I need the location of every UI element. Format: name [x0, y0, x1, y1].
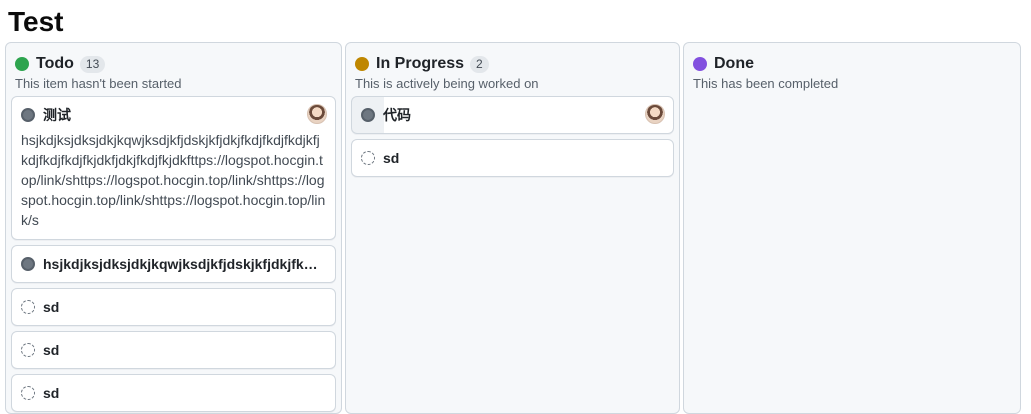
- column-done: Done This has been completed: [683, 42, 1021, 414]
- card-title[interactable]: 代码: [383, 105, 664, 125]
- card-title[interactable]: sd: [43, 299, 326, 315]
- card-title[interactable]: 测试: [43, 105, 326, 125]
- status-dot-icon: [693, 57, 707, 71]
- card[interactable]: 代码: [351, 96, 674, 134]
- column-title[interactable]: Done: [714, 55, 754, 73]
- open-issue-icon: [21, 257, 35, 271]
- column-in-progress: In Progress 2 This is actively being wor…: [345, 42, 680, 414]
- column-title[interactable]: In Progress: [376, 55, 464, 73]
- card-title[interactable]: sd: [43, 342, 326, 358]
- draft-issue-icon: [361, 151, 375, 165]
- avatar[interactable]: [645, 104, 665, 124]
- card[interactable]: sd: [11, 374, 336, 412]
- card[interactable]: hsjkdjksjdksjdkjkqwjksdjkfjdskjkfjdkjfkd…: [11, 245, 336, 283]
- card[interactable]: sd: [351, 139, 674, 177]
- card-title[interactable]: sd: [383, 150, 664, 166]
- status-dot-icon: [15, 57, 29, 71]
- column-header: Todo 13: [15, 53, 106, 75]
- column-description: This item hasn't been started: [15, 76, 182, 91]
- column-todo: Todo 13 This item hasn't been started 测试…: [5, 42, 342, 414]
- column-header: Done: [693, 53, 754, 75]
- card-title[interactable]: hsjkdjksjdksjdkjkqwjksdjkfjdskjkfjdkjfkd…: [43, 256, 326, 272]
- project-board: Test Todo 13 This item hasn't been start…: [0, 0, 1031, 414]
- draft-issue-icon: [21, 343, 35, 357]
- card-list: 代码 sd: [351, 96, 674, 182]
- card[interactable]: 测试 hsjkdjksjdksjdkjkqwjksdjkfjdskjkfjdkj…: [11, 96, 336, 240]
- column-header: In Progress 2: [355, 53, 489, 75]
- board-title: Test: [8, 6, 64, 37]
- column-description: This is actively being worked on: [355, 76, 539, 91]
- card-body: hsjkdjksjdksjdkjkqwjksdjkfjdskjkfjdkjfkd…: [21, 132, 326, 228]
- card[interactable]: sd: [11, 288, 336, 326]
- avatar[interactable]: [307, 104, 327, 124]
- open-issue-icon: [361, 108, 375, 122]
- status-dot-icon: [355, 57, 369, 71]
- column-description: This has been completed: [693, 76, 839, 91]
- column-title[interactable]: Todo: [36, 55, 74, 73]
- draft-issue-icon: [21, 386, 35, 400]
- card[interactable]: sd: [11, 331, 336, 369]
- card-list: 测试 hsjkdjksjdksjdkjkqwjksdjkfjdskjkfjdkj…: [11, 96, 336, 413]
- item-count-badge: 13: [79, 55, 106, 73]
- open-issue-icon: [21, 108, 35, 122]
- card-title[interactable]: sd: [43, 385, 326, 401]
- board-columns: Todo 13 This item hasn't been started 测试…: [5, 42, 1021, 414]
- draft-issue-icon: [21, 300, 35, 314]
- item-count-badge: 2: [470, 55, 489, 73]
